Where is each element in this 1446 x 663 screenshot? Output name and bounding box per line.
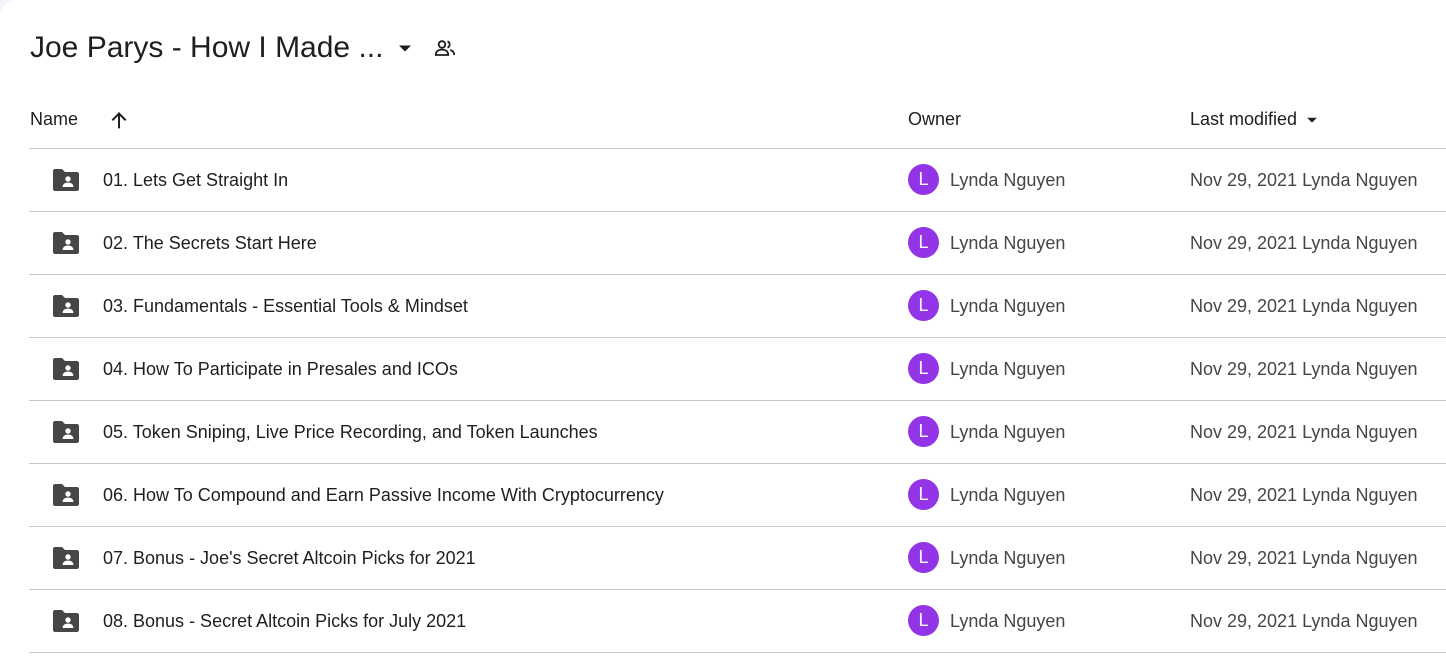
shared-folder-icon: [52, 168, 80, 192]
owner-avatar[interactable]: L: [908, 164, 939, 195]
owner-name: Lynda Nguyen: [950, 170, 1066, 190]
shared-folder-icon: [52, 546, 80, 570]
column-header-name[interactable]: Name: [30, 109, 78, 130]
column-header-owner[interactable]: Owner: [908, 109, 961, 130]
owner-name: Lynda Nguyen: [950, 422, 1066, 442]
last-modified: Nov 29, 2021 Lynda Nguyen: [1190, 233, 1418, 253]
file-row[interactable]: 05. Token Sniping, Live Price Recording,…: [29, 401, 1446, 464]
last-modified: Nov 29, 2021 Lynda Nguyen: [1190, 548, 1418, 568]
shared-folder-icon: [52, 294, 80, 318]
owner-name: Lynda Nguyen: [950, 611, 1066, 631]
last-modified: Nov 29, 2021 Lynda Nguyen: [1190, 611, 1418, 631]
arrow-upward-icon[interactable]: [108, 109, 130, 131]
shared-folder-icon: [52, 483, 80, 507]
file-name: 04. How To Participate in Presales and I…: [103, 359, 458, 379]
last-modified: Nov 29, 2021 Lynda Nguyen: [1190, 170, 1418, 190]
file-name: 08. Bonus - Secret Altcoin Picks for Jul…: [103, 611, 467, 631]
owner-name: Lynda Nguyen: [950, 296, 1066, 316]
file-row[interactable]: 08. Bonus - Secret Altcoin Picks for Jul…: [29, 590, 1446, 653]
column-header-last-modified[interactable]: Last modified: [1190, 109, 1321, 130]
column-header-last-modified-label: Last modified: [1190, 109, 1298, 129]
arrow-drop-down-icon: [1307, 117, 1317, 123]
owner-name: Lynda Nguyen: [950, 485, 1066, 505]
owner-name: Lynda Nguyen: [950, 548, 1066, 568]
owner-avatar[interactable]: L: [908, 290, 939, 321]
shared-folder-icon: [52, 609, 80, 633]
file-row[interactable]: 06. How To Compound and Earn Passive Inc…: [29, 464, 1446, 527]
folder-title[interactable]: Joe Parys - How I Made ...: [30, 26, 383, 70]
drive-folder-view: Joe Parys - How I Made ... Name Owner La…: [0, 0, 1446, 663]
file-name: 07. Bonus - Joe's Secret Altcoin Picks f…: [103, 548, 476, 568]
last-modified: Nov 29, 2021 Lynda Nguyen: [1190, 485, 1418, 505]
last-modified: Nov 29, 2021 Lynda Nguyen: [1190, 422, 1418, 442]
file-name: 05. Token Sniping, Live Price Recording,…: [103, 422, 598, 442]
folder-title-bar: Joe Parys - How I Made ...: [30, 26, 459, 70]
owner-avatar[interactable]: L: [908, 416, 939, 447]
file-row[interactable]: 03. Fundamentals - Essential Tools & Min…: [29, 275, 1446, 338]
file-row[interactable]: 07. Bonus - Joe's Secret Altcoin Picks f…: [29, 527, 1446, 590]
file-name: 01. Lets Get Straight In: [103, 170, 289, 190]
shared-folder-icon: [52, 231, 80, 255]
file-row[interactable]: 01. Lets Get Straight In L Lynda Nguyen Nov…: [29, 149, 1446, 212]
file-name: 03. Fundamentals - Essential Tools & Min…: [103, 296, 468, 316]
owner-avatar[interactable]: L: [908, 227, 939, 258]
owner-avatar[interactable]: L: [908, 605, 939, 636]
owner-name: Lynda Nguyen: [950, 233, 1066, 253]
file-name: 06. How To Compound and Earn Passive Inc…: [103, 485, 664, 505]
arrow-drop-down-icon[interactable]: [393, 36, 417, 60]
owner-name: Lynda Nguyen: [950, 359, 1066, 379]
shared-people-icon[interactable]: [431, 34, 459, 62]
file-row[interactable]: 04. How To Participate in Presales and I…: [29, 338, 1446, 401]
last-modified: Nov 29, 2021 Lynda Nguyen: [1190, 296, 1418, 316]
owner-avatar[interactable]: L: [908, 542, 939, 573]
file-name: 02. The Secrets Start Here: [103, 233, 317, 253]
column-header-row: Name Owner Last modified: [29, 96, 1446, 149]
owner-avatar[interactable]: L: [908, 479, 939, 510]
file-row[interactable]: 02. The Secrets Start Here L Lynda Nguyen N…: [29, 212, 1446, 275]
file-list: 01. Lets Get Straight In L Lynda Nguyen Nov…: [29, 149, 1446, 653]
shared-folder-icon: [52, 420, 80, 444]
shared-folder-icon: [52, 357, 80, 381]
owner-avatar[interactable]: L: [908, 353, 939, 384]
last-modified: Nov 29, 2021 Lynda Nguyen: [1190, 359, 1418, 379]
